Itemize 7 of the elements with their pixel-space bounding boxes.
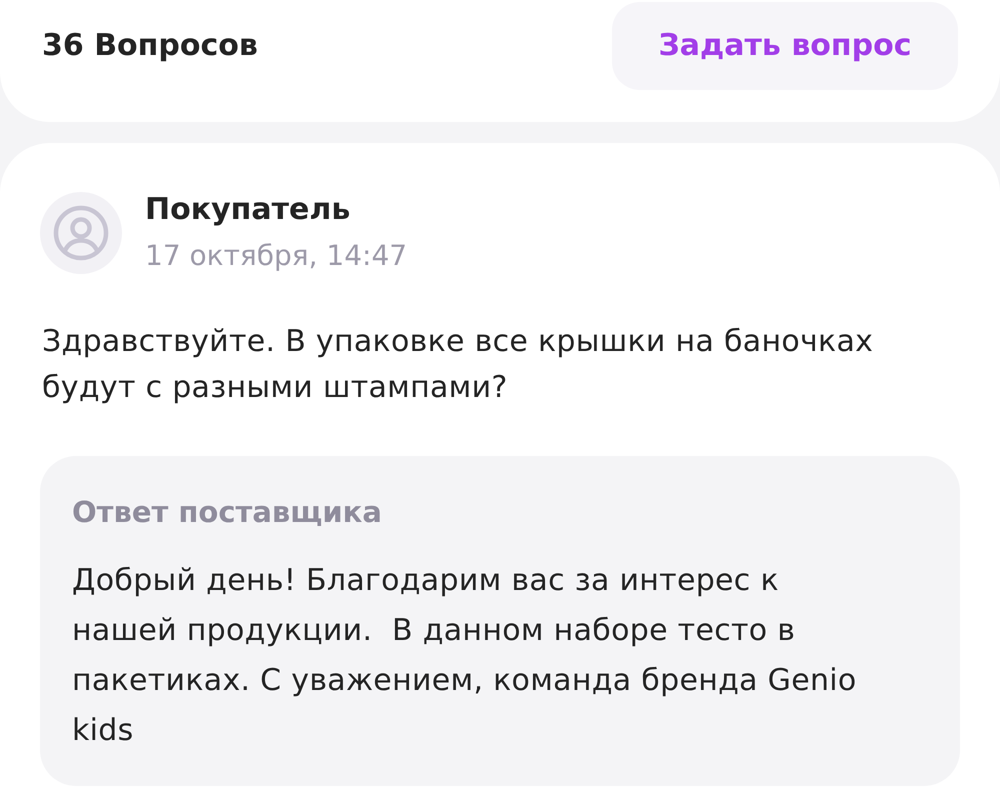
- supplier-answer-text: Добрый день! Благодарим вас за интерес к нашей продукции. В данном наборе тесто в пакетиках. С уважением, команда бренда Genio kids: [72, 562, 858, 750]
- author-name: Покупатель: [145, 191, 352, 229]
- question-date: 17 октября, 14:47: [145, 238, 408, 274]
- question-text: Здравствуйте. В упаковке все крышки на баночках будут с разными штампами?: [41, 323, 874, 407]
- ask-question-button[interactable]: Задать вопрос: [612, 2, 958, 90]
- questions-count-title: 36 Вопросов: [42, 28, 258, 64]
- supplier-answer-title: Ответ поставщика: [72, 494, 383, 530]
